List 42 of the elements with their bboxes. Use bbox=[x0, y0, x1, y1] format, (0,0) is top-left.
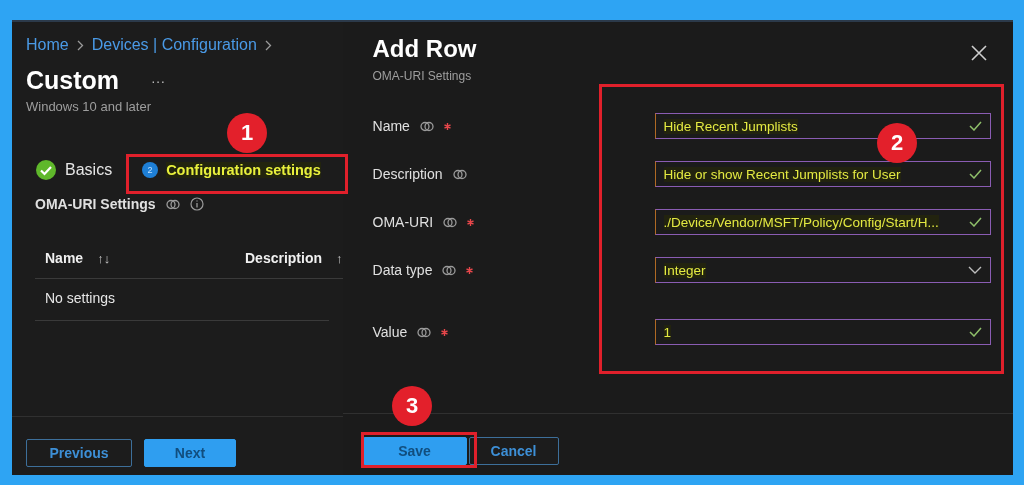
chevron-down-icon bbox=[967, 266, 982, 274]
info-icon bbox=[165, 197, 180, 211]
info-icon bbox=[417, 325, 432, 339]
wizard-step[interactable]: Basics bbox=[36, 158, 113, 182]
info-icon bbox=[419, 119, 434, 133]
field-label: Name bbox=[372, 118, 410, 134]
field-label: OMA-URI bbox=[372, 214, 434, 230]
field-label: Value bbox=[372, 324, 408, 340]
page-subtitle: Windows 10 and later bbox=[26, 99, 152, 114]
checkmark-icon bbox=[968, 169, 982, 179]
step-number: 2 bbox=[142, 162, 159, 178]
column-header[interactable]: Description bbox=[245, 250, 322, 266]
dialog-subtitle: OMA-URI Settings bbox=[372, 69, 473, 83]
checkmark-icon bbox=[968, 327, 982, 337]
info-icon bbox=[189, 197, 204, 211]
close-icon[interactable] bbox=[970, 45, 987, 61]
sort-button[interactable]: ↑↓ bbox=[97, 250, 111, 266]
checkmark-icon bbox=[968, 121, 982, 131]
field-label: Data type bbox=[372, 262, 433, 278]
field-label: Description bbox=[372, 166, 443, 182]
sort-button[interactable]: ↑ bbox=[336, 250, 343, 266]
input-field[interactable]: ./Device/Vendor/MSFT/Policy/Config/Start/H... bbox=[654, 209, 991, 235]
dropdown-field[interactable]: Integer bbox=[654, 257, 991, 283]
chevron-icon bbox=[76, 39, 84, 51]
chevron-icon bbox=[264, 39, 272, 51]
input-field[interactable]: 1 bbox=[654, 319, 991, 345]
page-title: Custom bbox=[26, 66, 120, 95]
check-icon bbox=[36, 160, 56, 180]
empty-message: No settings bbox=[45, 290, 116, 306]
breadcrumb-link[interactable]: Devices | Configuration bbox=[91, 36, 257, 54]
info-icon bbox=[442, 263, 457, 277]
info-icon bbox=[443, 215, 458, 229]
checkmark-icon bbox=[968, 217, 982, 227]
dialog-title: Add Row bbox=[372, 35, 477, 63]
input-field[interactable]: Hide or show Recent Jumplists for User bbox=[654, 161, 991, 187]
breadcrumb-link[interactable]: Home bbox=[26, 36, 69, 54]
column-header[interactable]: Name bbox=[45, 250, 84, 266]
more-button[interactable]: ··· bbox=[151, 72, 166, 89]
cancel-button[interactable]: Cancel bbox=[468, 437, 559, 465]
info-icon bbox=[452, 167, 467, 181]
section-title: OMA-URI Settings bbox=[35, 196, 156, 212]
previous-button[interactable]: Previous bbox=[26, 439, 132, 467]
